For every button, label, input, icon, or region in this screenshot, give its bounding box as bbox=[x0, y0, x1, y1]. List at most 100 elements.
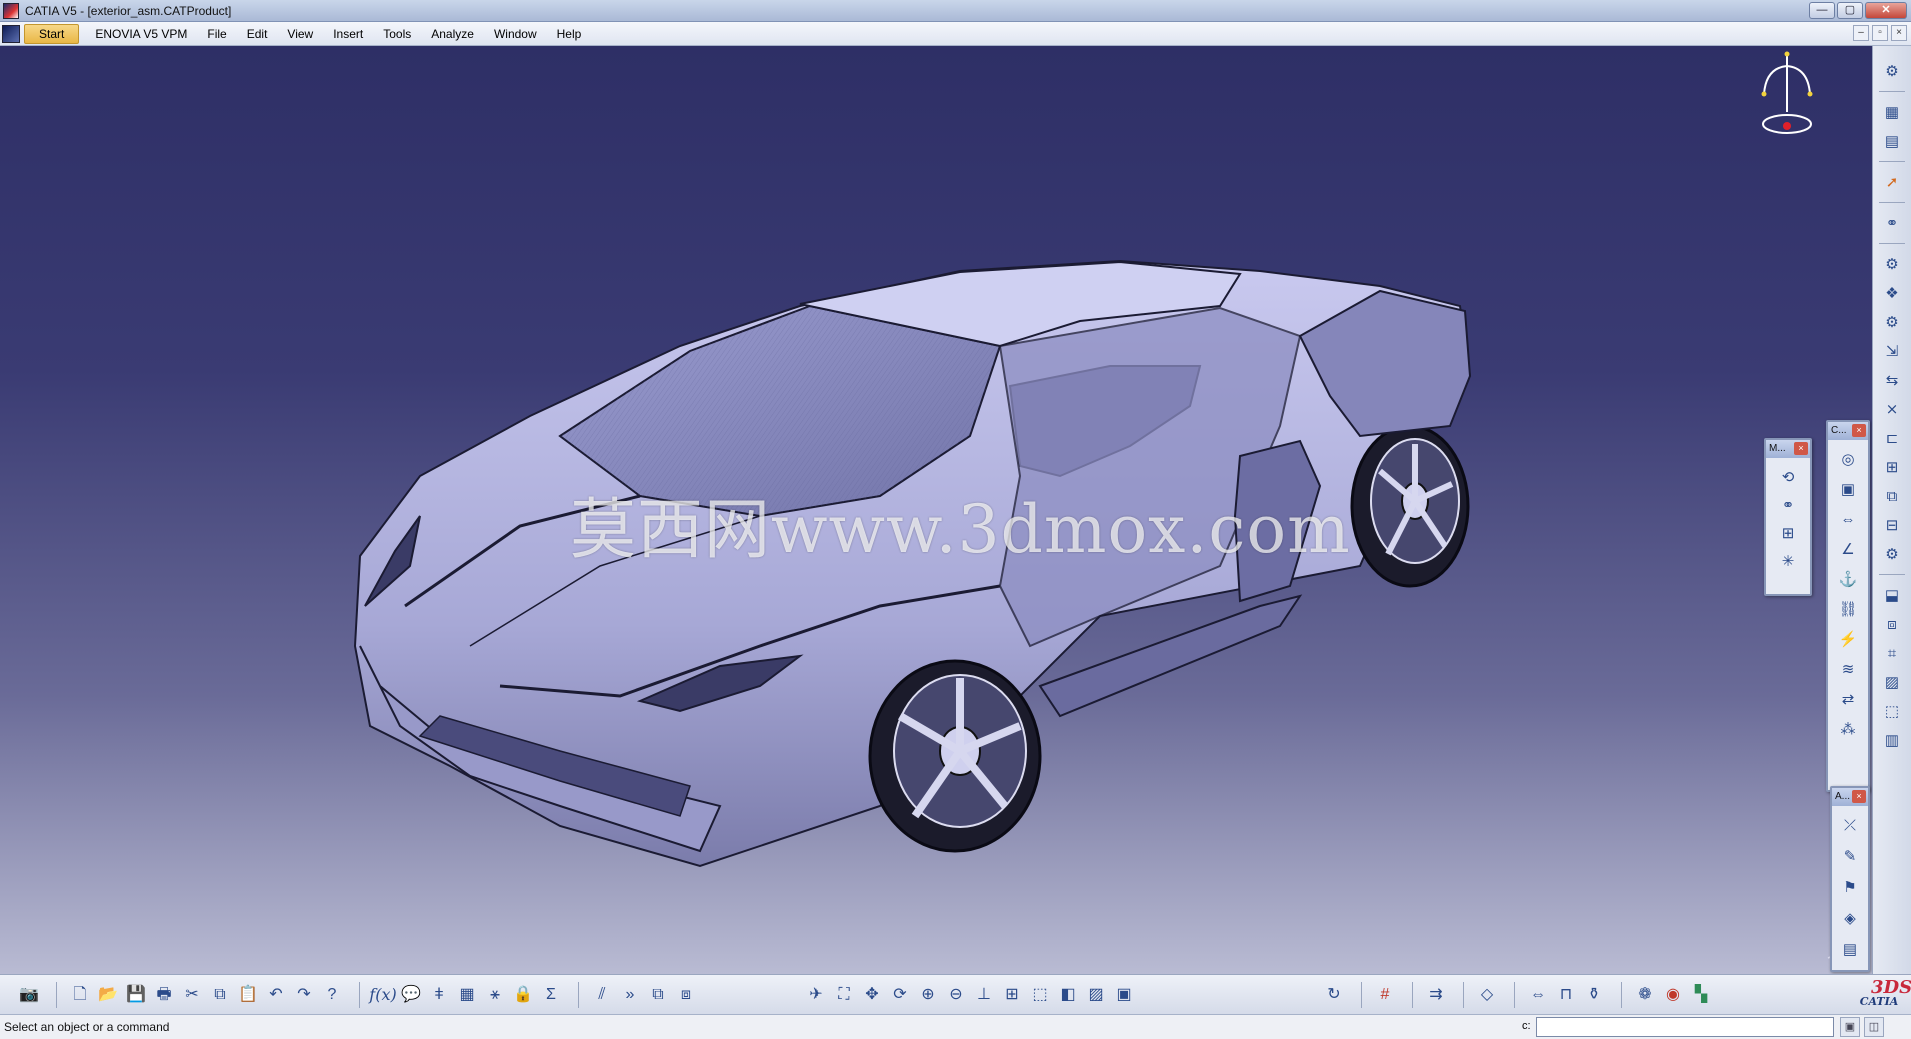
coincidence-icon[interactable]: ◎ bbox=[1837, 448, 1859, 470]
menu-insert[interactable]: Insert bbox=[323, 23, 373, 45]
layers-icon[interactable]: ▚ bbox=[1688, 982, 1714, 1008]
reorder-icon[interactable]: ⊞ bbox=[1881, 456, 1903, 478]
flexible-icon[interactable]: ≋ bbox=[1837, 658, 1859, 680]
split-icon[interactable]: ⫽ bbox=[589, 982, 615, 1008]
menu-tools[interactable]: Tools bbox=[373, 23, 421, 45]
change-constraint-icon[interactable]: ⇄ bbox=[1837, 688, 1859, 710]
explode-icon[interactable]: ⚙ bbox=[1881, 543, 1903, 565]
swap-visible-icon[interactable]: ▣ bbox=[1111, 982, 1137, 1008]
gears-icon[interactable]: ⚙ bbox=[1881, 60, 1903, 82]
minimize-button[interactable]: — bbox=[1809, 2, 1835, 19]
stop-icon[interactable]: ⬓ bbox=[1881, 584, 1903, 606]
zoom-in-icon[interactable]: ⊕ bbox=[915, 982, 941, 1008]
menu-edit[interactable]: Edit bbox=[237, 23, 278, 45]
distance-icon[interactable]: ⇔ bbox=[1525, 982, 1551, 1008]
renumber-icon[interactable]: ⨯ bbox=[1881, 398, 1903, 420]
menu-start[interactable]: Start bbox=[24, 23, 80, 44]
arrow-right-icon[interactable]: » bbox=[617, 982, 643, 1008]
catalog-icon[interactable]: ❁ bbox=[1632, 982, 1658, 1008]
fit-all-icon[interactable]: ⛶ bbox=[831, 982, 857, 1008]
clash-icon[interactable]: ◇ bbox=[1474, 982, 1500, 1008]
view-icon[interactable]: ◈ bbox=[1839, 907, 1861, 929]
undo-icon[interactable]: ↶ bbox=[263, 982, 289, 1008]
pan-icon[interactable]: ✥ bbox=[859, 982, 885, 1008]
floating-toolbar-a-title[interactable]: A... × bbox=[1832, 788, 1868, 806]
table-icon[interactable]: ▦ bbox=[454, 982, 480, 1008]
snap-icon[interactable]: ⚭ bbox=[1777, 494, 1799, 516]
snap-icon[interactable]: ⚭ bbox=[1881, 212, 1903, 234]
maximize-button[interactable]: ▢ bbox=[1837, 2, 1863, 19]
menu-help[interactable]: Help bbox=[547, 23, 592, 45]
command-input[interactable] bbox=[1536, 1017, 1834, 1037]
save-icon[interactable]: 💾 bbox=[123, 982, 149, 1008]
grid-icon[interactable]: # bbox=[1372, 982, 1398, 1008]
reuse-pattern-icon[interactable]: ⁂ bbox=[1837, 718, 1859, 740]
scene-icon[interactable]: ⬚ bbox=[1881, 700, 1903, 722]
status-button-1[interactable]: ▣ bbox=[1840, 1017, 1860, 1037]
constraint-icon[interactable]: ⊏ bbox=[1881, 427, 1903, 449]
publish-icon[interactable]: ⇉ bbox=[1423, 982, 1449, 1008]
whats-this-icon[interactable]: ? bbox=[319, 982, 345, 1008]
new-icon[interactable]: 🗋 bbox=[67, 982, 93, 1008]
print-icon[interactable]: 🖶 bbox=[151, 982, 177, 1008]
fix-icon[interactable]: ⚓ bbox=[1837, 568, 1859, 590]
menu-window[interactable]: Window bbox=[484, 23, 547, 45]
smart-move-icon[interactable]: ⊞ bbox=[1777, 522, 1799, 544]
zoom-out-icon[interactable]: ⊖ bbox=[943, 982, 969, 1008]
sigma-icon[interactable]: Σ bbox=[538, 982, 564, 1008]
floating-toolbar-c[interactable]: C... × ◎ ▣ ⇔ ∠ ⚓ ⛓ ⚡ ≋ ⇄ ⁂ bbox=[1826, 420, 1870, 792]
component-icon[interactable]: ⚙ bbox=[1881, 253, 1903, 275]
quick-constraint-icon[interactable]: ⚡ bbox=[1837, 628, 1859, 650]
hide-show-icon[interactable]: ▨ bbox=[1083, 982, 1109, 1008]
comment-icon[interactable]: 💬 bbox=[398, 982, 424, 1008]
floating-toolbar-c-title[interactable]: C... × bbox=[1828, 422, 1868, 440]
document-logo-icon[interactable] bbox=[2, 24, 20, 43]
fly-icon[interactable]: ✈ bbox=[803, 982, 829, 1008]
knowledge-icon[interactable]: ǂ bbox=[426, 982, 452, 1008]
tree2-icon[interactable]: ▤ bbox=[1881, 130, 1903, 152]
floating-toolbar-a-close-button[interactable]: × bbox=[1852, 790, 1866, 803]
cut-icon[interactable]: ✂ bbox=[179, 982, 205, 1008]
floating-toolbar-m-close-button[interactable]: × bbox=[1794, 442, 1808, 455]
measure-icon[interactable]: ⌗ bbox=[1881, 642, 1903, 664]
camera-icon[interactable]: 📷 bbox=[16, 982, 42, 1008]
space-analysis-icon[interactable]: ▨ bbox=[1881, 671, 1903, 693]
swap-icon[interactable]: ⧈ bbox=[673, 982, 699, 1008]
select-arrow-icon[interactable]: ➚ bbox=[1881, 171, 1903, 193]
annotation-icon[interactable]: ⤫ bbox=[1839, 814, 1861, 836]
angle-icon[interactable]: ∠ bbox=[1837, 538, 1859, 560]
part-icon[interactable]: ⚙ bbox=[1881, 311, 1903, 333]
status-button-2[interactable]: ◫ bbox=[1864, 1017, 1884, 1037]
floating-toolbar-a[interactable]: A... × ⤫ ✎ ⚑ ◈ ▤ bbox=[1830, 786, 1870, 972]
refresh-icon[interactable]: ↻ bbox=[1321, 982, 1347, 1008]
doc-close-button[interactable]: × bbox=[1891, 25, 1907, 41]
existing-component-icon[interactable]: ⇲ bbox=[1881, 340, 1903, 362]
menu-view[interactable]: View bbox=[277, 23, 323, 45]
bottle-icon[interactable]: ⚱ bbox=[1581, 982, 1607, 1008]
product-icon[interactable]: ❖ bbox=[1881, 282, 1903, 304]
catalog-icon[interactable]: ▥ bbox=[1881, 729, 1903, 751]
tree-icon[interactable]: ▦ bbox=[1881, 101, 1903, 123]
rotate-icon[interactable]: ⟳ bbox=[887, 982, 913, 1008]
normal-view-icon[interactable]: ⊥ bbox=[971, 982, 997, 1008]
offset-icon[interactable]: ⇔ bbox=[1837, 508, 1859, 530]
close-button[interactable]: ✕ bbox=[1865, 2, 1907, 19]
catia-app-icon[interactable] bbox=[3, 2, 19, 19]
menu-analyze[interactable]: Analyze bbox=[421, 23, 484, 45]
doc-restore-button[interactable]: ▫ bbox=[1872, 25, 1888, 41]
graph-icon[interactable]: ⚹ bbox=[482, 982, 508, 1008]
contact-icon[interactable]: ▣ bbox=[1837, 478, 1859, 500]
update-icon[interactable]: ⧈ bbox=[1881, 613, 1903, 635]
fix-together-icon[interactable]: ⛓ bbox=[1837, 598, 1859, 620]
explode-icon[interactable]: ✳ bbox=[1777, 550, 1799, 572]
publish-icon[interactable]: ⊟ bbox=[1881, 514, 1903, 536]
copy-icon[interactable]: ⧉ bbox=[207, 982, 233, 1008]
snap-icon[interactable]: ⧉ bbox=[645, 982, 671, 1008]
render-style-icon[interactable]: ◧ bbox=[1055, 982, 1081, 1008]
flag-note-icon[interactable]: ⚑ bbox=[1839, 876, 1861, 898]
compass-icon[interactable] bbox=[1752, 50, 1822, 142]
redo-icon[interactable]: ↷ bbox=[291, 982, 317, 1008]
menu-file[interactable]: File bbox=[197, 23, 236, 45]
formula-icon[interactable]: f(x) bbox=[369, 982, 396, 1008]
replace-icon[interactable]: ⇆ bbox=[1881, 369, 1903, 391]
